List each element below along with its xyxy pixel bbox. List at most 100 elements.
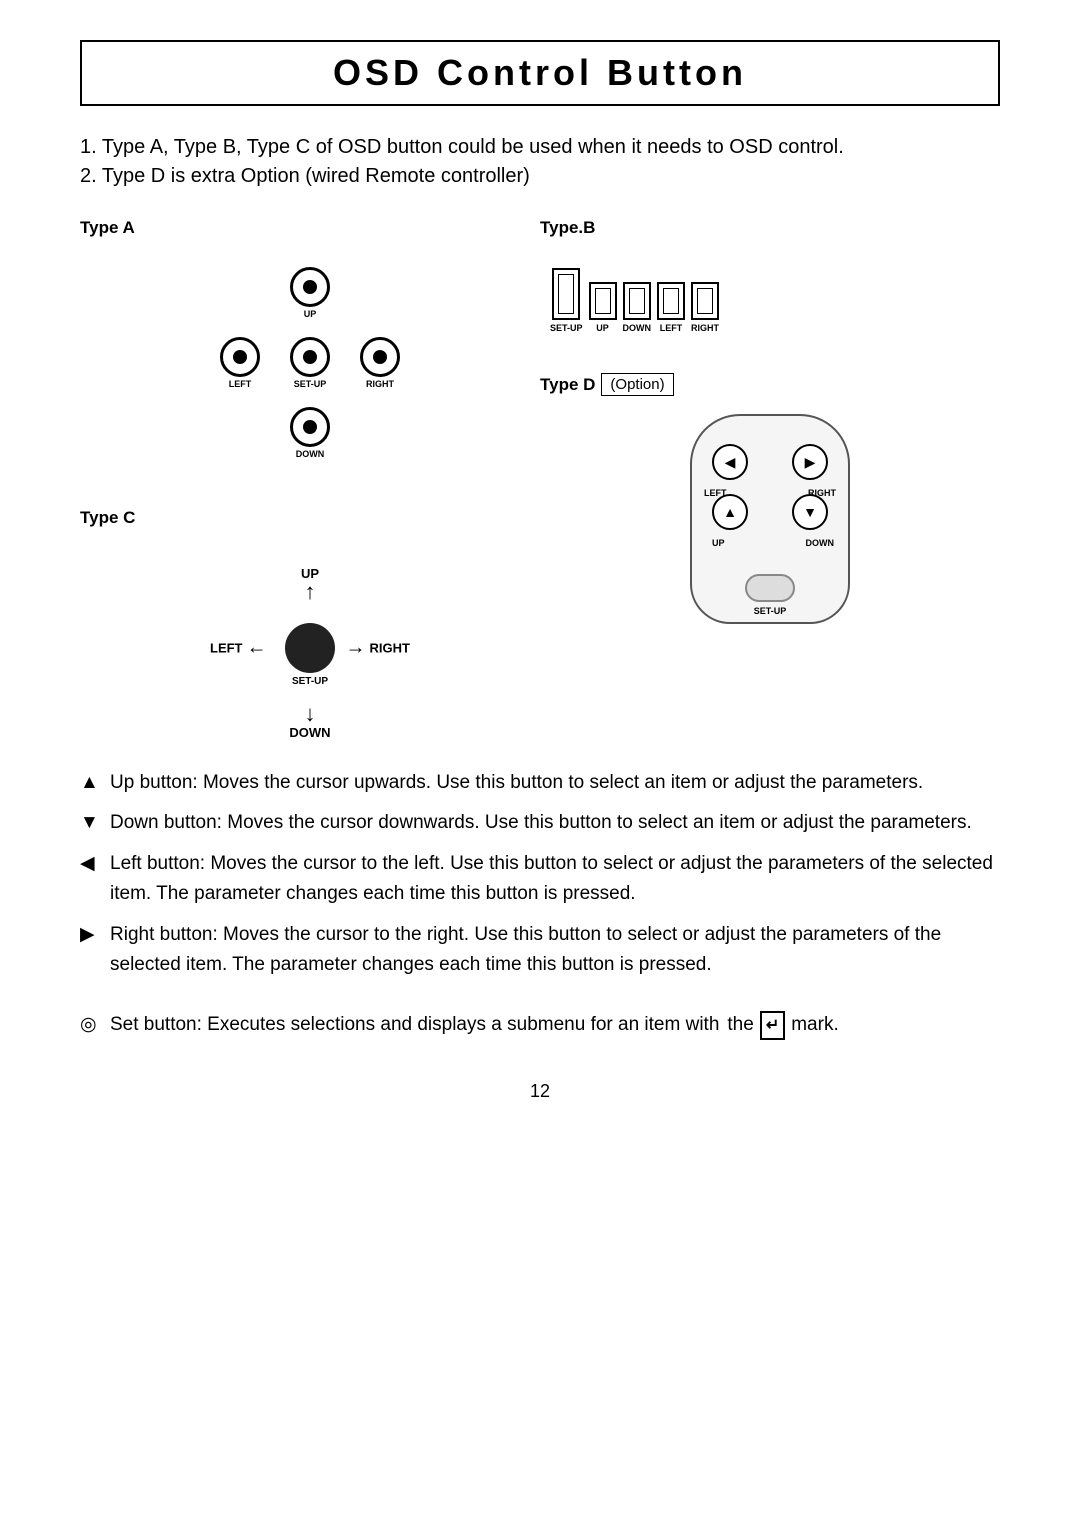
type-d-remote: ◀ LEFT ▶ RIGHT ▲ UP ▼ xyxy=(690,414,850,624)
intro-list: 1. Type A, Type B, Type C of OSD button … xyxy=(80,136,1000,188)
grid-cell-left: LEFT xyxy=(205,328,275,398)
type-a-label: Type A xyxy=(80,218,540,238)
desc-item-left: ◀ Left button: Moves the cursor to the l… xyxy=(80,849,1000,910)
btn-right-label: RIGHT xyxy=(366,379,394,389)
set-button-line: ◎ Set button: Executes selections and di… xyxy=(80,1010,1000,1040)
set-btn-text-before: Set button: Executes selections and disp… xyxy=(110,1010,719,1040)
type-b-btn-down[interactable]: DOWN xyxy=(623,282,652,333)
type-c-up-label: UP ↑ xyxy=(301,566,319,603)
type-b-up-label: UP xyxy=(596,323,609,333)
type-c-down-arrow: ↓ xyxy=(289,703,330,725)
grid-cell-empty-br xyxy=(345,398,415,468)
desc-down-text: Down button: Moves the cursor downwards.… xyxy=(110,812,972,833)
right-diagrams: Type.B SET-UP UP DOWN xyxy=(540,218,1000,758)
type-d-down-label: DOWN xyxy=(806,538,835,548)
type-d-btn-up[interactable]: ▲ xyxy=(712,494,748,530)
type-b-setup-shape xyxy=(552,268,580,320)
type-c-right-arrow: → xyxy=(346,637,366,660)
type-c-right-label: → RIGHT xyxy=(346,637,410,660)
type-d-btn-setup[interactable] xyxy=(745,574,795,602)
type-d-btn-left[interactable]: ◀ xyxy=(712,444,748,480)
btn-left[interactable] xyxy=(220,337,260,377)
type-a-container: UP LEFT xyxy=(80,248,540,478)
type-d-right-arrow: ▶ xyxy=(805,454,816,471)
bullet-up: ▲ xyxy=(80,768,99,798)
desc-item-right: ▶ Right button: Moves the cursor to the … xyxy=(80,920,1000,981)
type-a-section: Type A UP xyxy=(80,218,540,478)
type-c-up-arrow: ↑ xyxy=(301,581,319,603)
desc-right-text: Right button: Moves the cursor to the ri… xyxy=(110,924,941,975)
btn-setup-inner xyxy=(303,350,317,364)
type-c-center-btn[interactable] xyxy=(285,623,335,673)
grid-cell-up: UP xyxy=(275,258,345,328)
grid-cell-empty-tl xyxy=(205,258,275,328)
type-c-down-text: DOWN xyxy=(289,725,330,740)
btn-up-inner xyxy=(303,280,317,294)
type-d-up-arrow: ▲ xyxy=(723,504,737,520)
type-c-left-label: LEFT ← xyxy=(210,637,267,660)
type-d-up-label: UP xyxy=(712,538,725,548)
type-b-row: SET-UP UP DOWN LEFT xyxy=(550,268,719,333)
page-title-box: OSD Control Button xyxy=(80,40,1000,106)
type-c-container: UP ↑ LEFT ← SET-UP → RIGHT xyxy=(80,538,540,758)
bullet-down: ▼ xyxy=(80,808,99,838)
grid-cell-down: DOWN xyxy=(275,398,345,468)
intro-item-1: 1. Type A, Type B, Type C of OSD button … xyxy=(80,136,1000,159)
type-b-left-shape xyxy=(657,282,685,320)
type-b-label: Type.B xyxy=(540,218,1000,238)
btn-setup-label: SET-UP xyxy=(294,379,327,389)
type-b-down-label: DOWN xyxy=(623,323,652,333)
type-d-setup-label: SET-UP xyxy=(754,606,787,616)
type-c-center-label: SET-UP xyxy=(292,676,328,687)
bullet-left: ◀ xyxy=(80,849,95,879)
type-b-left-label: LEFT xyxy=(660,323,683,333)
set-btn-text-after: mark. xyxy=(791,1010,839,1040)
type-d-label-row: Type D (Option) xyxy=(540,373,1000,396)
type-c-right-text: RIGHT xyxy=(370,641,410,656)
grid-cell-empty-bl xyxy=(205,398,275,468)
type-d-container: ◀ LEFT ▶ RIGHT ▲ UP ▼ xyxy=(540,404,1000,634)
type-b-right-shape xyxy=(691,282,719,320)
type-b-section: Type.B SET-UP UP DOWN xyxy=(540,218,1000,343)
btn-up[interactable] xyxy=(290,267,330,307)
type-b-up-shape xyxy=(589,282,617,320)
type-d-left-arrow: ◀ xyxy=(725,454,736,471)
grid-cell-empty-tr xyxy=(345,258,415,328)
type-b-right-label: RIGHT xyxy=(691,323,719,333)
type-c-diagram: UP ↑ LEFT ← SET-UP → RIGHT xyxy=(210,548,410,748)
btn-right-inner xyxy=(373,350,387,364)
type-c-label: Type C xyxy=(80,508,540,528)
type-d-section: Type D (Option) ◀ LEFT ▶ RIGHT xyxy=(540,373,1000,634)
btn-right[interactable] xyxy=(360,337,400,377)
type-d-btn-down[interactable]: ▼ xyxy=(792,494,828,530)
type-c-down-label: ↓ DOWN xyxy=(289,703,330,740)
type-d-option: (Option) xyxy=(601,373,673,396)
btn-down-inner xyxy=(303,420,317,434)
type-b-down-shape xyxy=(623,282,651,320)
set-bullet: ◎ xyxy=(80,1010,97,1040)
type-b-btn-right[interactable]: RIGHT xyxy=(691,282,719,333)
type-d-label: Type D xyxy=(540,375,595,395)
btn-up-label: UP xyxy=(304,309,317,319)
enter-mark: ↵ xyxy=(760,1011,785,1041)
desc-up-text: Up button: Moves the cursor upwards. Use… xyxy=(110,772,923,793)
type-b-btn-left[interactable]: LEFT xyxy=(657,282,685,333)
type-c-section: Type C UP ↑ LEFT ← SET-UP xyxy=(80,508,540,758)
type-c-left-arrow: ← xyxy=(247,637,267,660)
type-d-btn-right[interactable]: ▶ xyxy=(792,444,828,480)
btn-down-label: DOWN xyxy=(296,449,325,459)
type-b-btn-up[interactable]: UP xyxy=(589,282,617,333)
btn-left-inner xyxy=(233,350,247,364)
type-b-btn-setup[interactable]: SET-UP xyxy=(550,268,583,333)
description-list: ▲ Up button: Moves the cursor upwards. U… xyxy=(80,768,1000,980)
left-diagrams: Type A UP xyxy=(80,218,540,758)
desc-item-down: ▼ Down button: Moves the cursor downward… xyxy=(80,808,1000,838)
btn-down[interactable] xyxy=(290,407,330,447)
bullet-right: ▶ xyxy=(80,920,95,950)
type-b-setup-label: SET-UP xyxy=(550,323,583,333)
diagrams-row: Type A UP xyxy=(80,218,1000,758)
set-btn-text-the: the xyxy=(727,1010,753,1040)
grid-cell-right: RIGHT xyxy=(345,328,415,398)
btn-setup[interactable] xyxy=(290,337,330,377)
grid-cell-setup: SET-UP xyxy=(275,328,345,398)
